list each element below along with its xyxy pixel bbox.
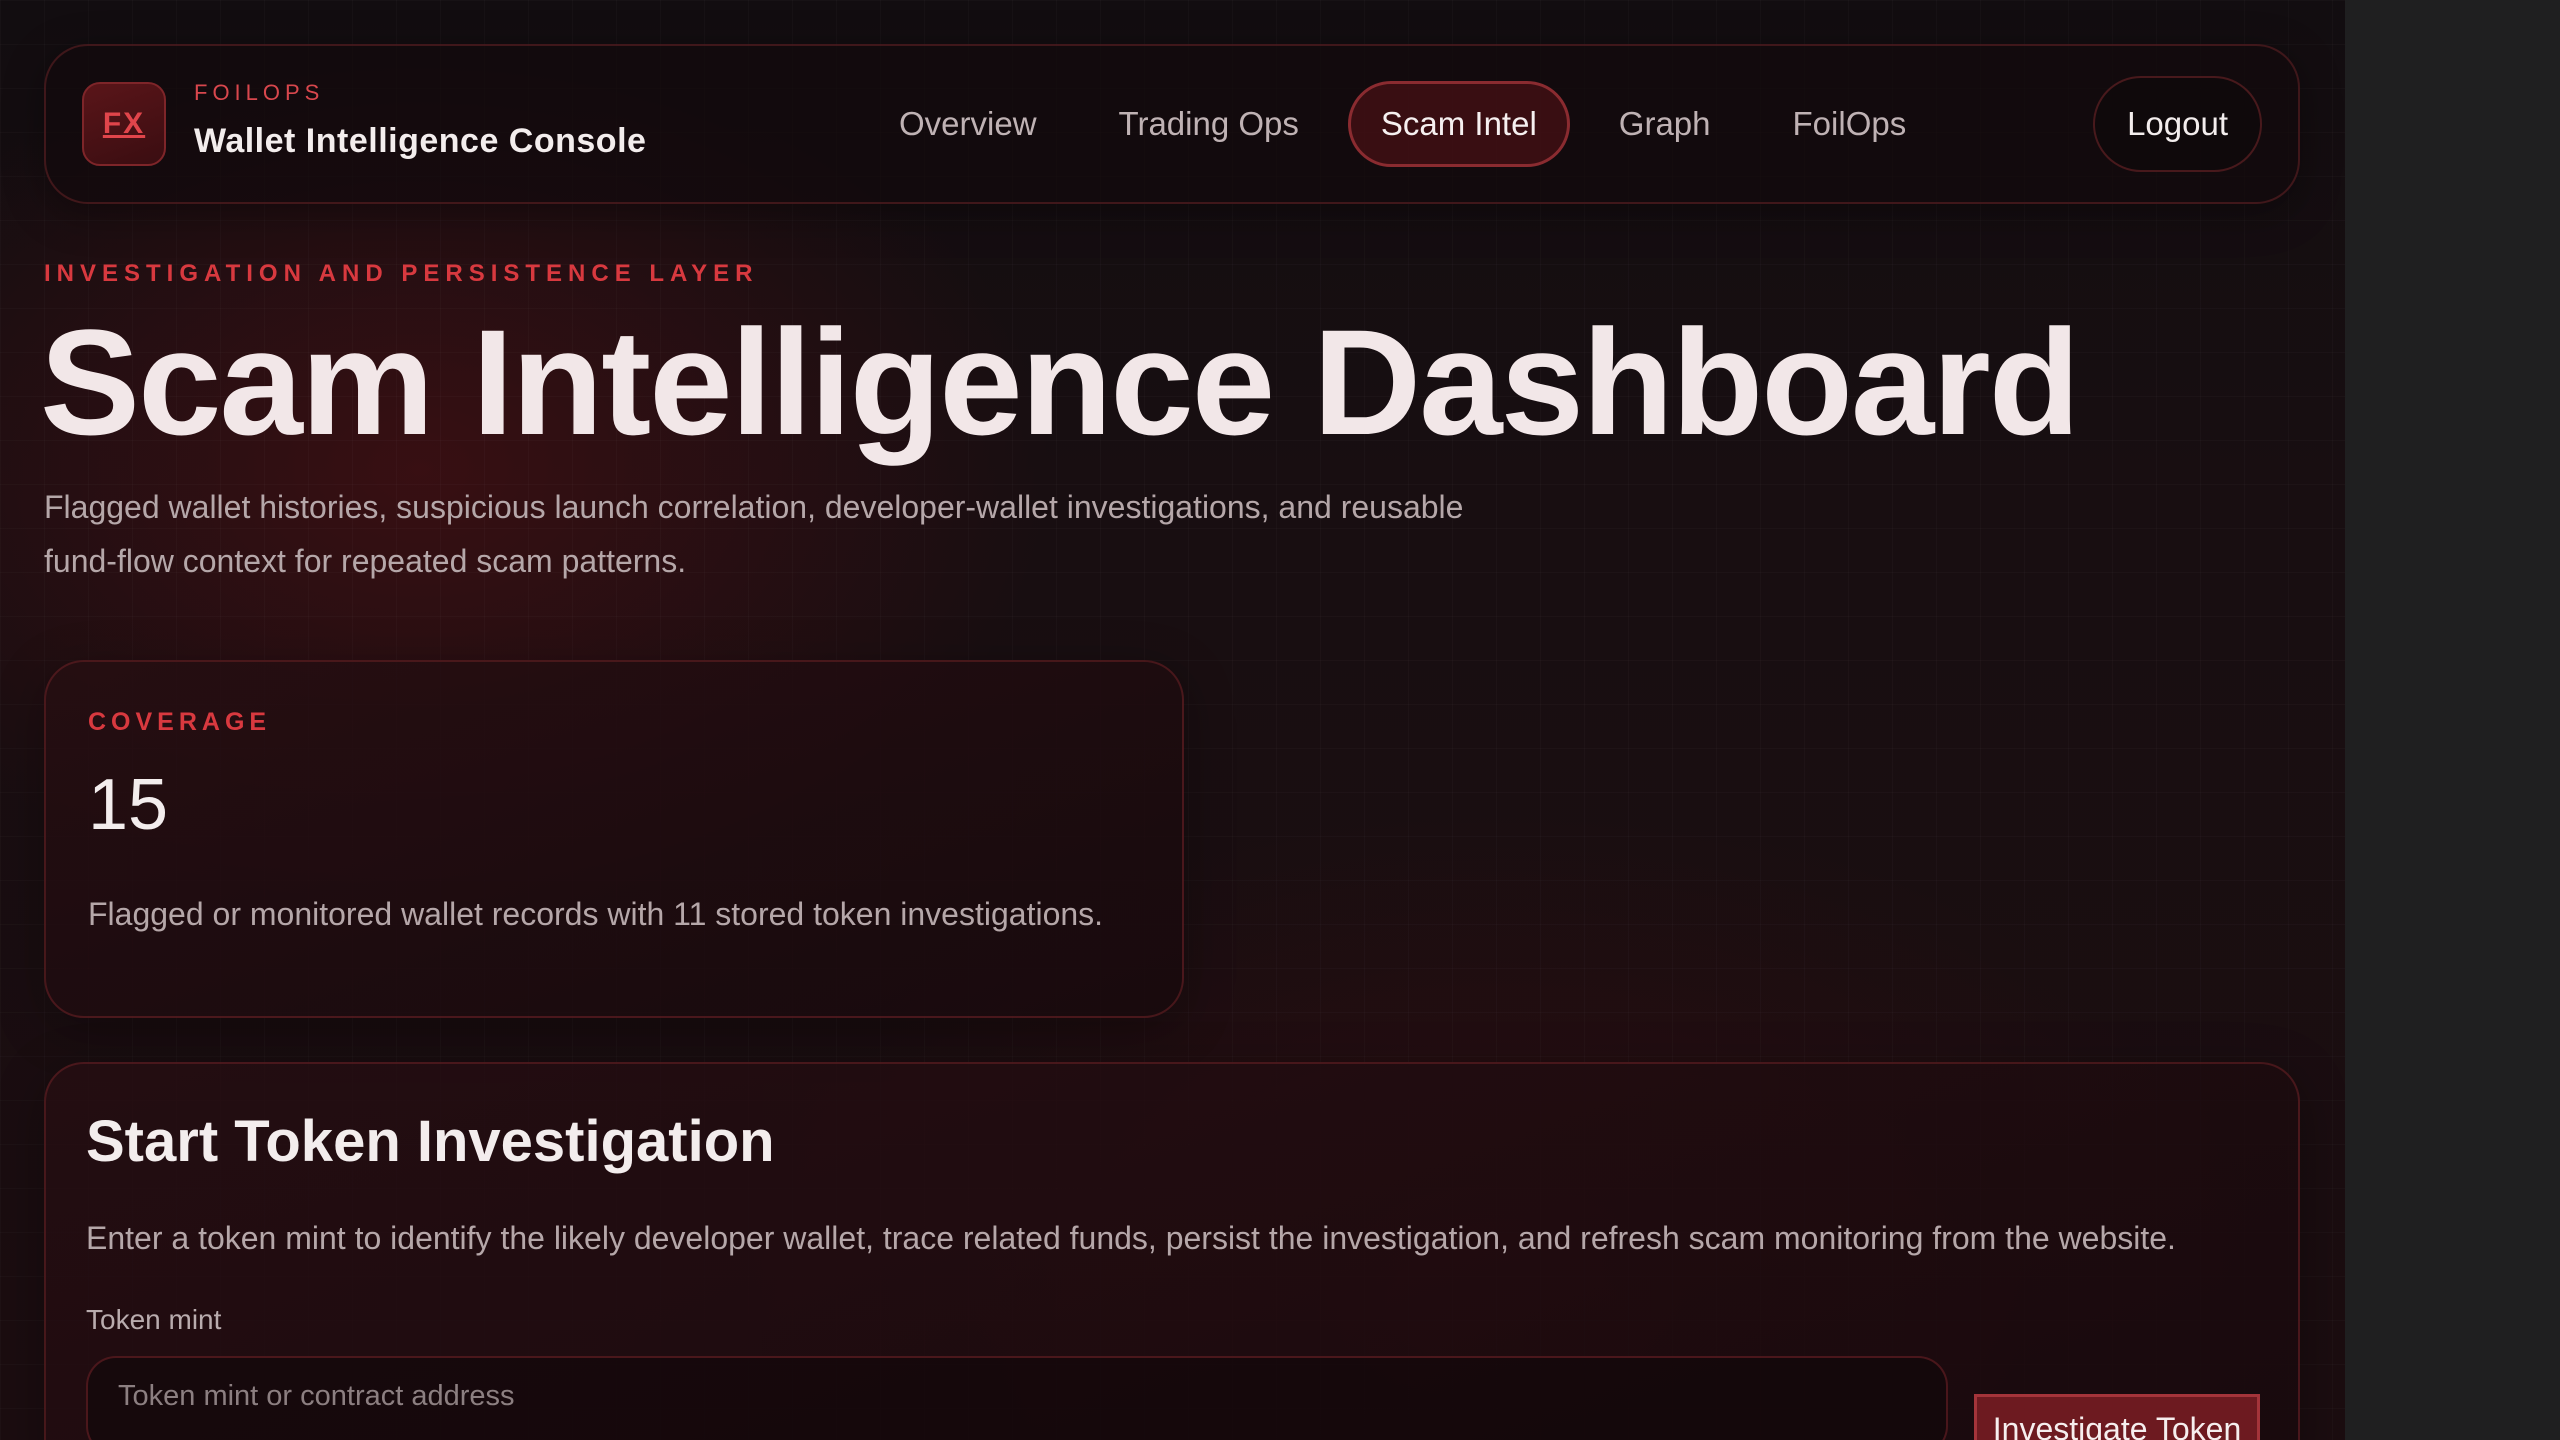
investigation-description: Enter a token mint to identify the likel… bbox=[86, 1220, 2176, 1256]
token-mint-label: Token mint bbox=[86, 1304, 222, 1335]
page-subtitle: Flagged wallet histories, suspicious lau… bbox=[44, 489, 1464, 579]
coverage-label: COVERAGE bbox=[88, 708, 272, 736]
nav-item-graph[interactable]: Graph bbox=[1586, 81, 1744, 167]
nav-item-label: Overview bbox=[899, 105, 1037, 142]
main-nav: Overview Trading Ops Scam Intel Graph Fo… bbox=[866, 80, 1955, 168]
investigation-title: Start Token Investigation bbox=[86, 1109, 775, 1174]
token-mint-input[interactable] bbox=[86, 1356, 1948, 1440]
investigation-card: Start Token Investigation Enter a token … bbox=[44, 1062, 2300, 1440]
nav-item-trading-ops[interactable]: Trading Ops bbox=[1086, 81, 1332, 167]
coverage-value: 15 bbox=[88, 765, 169, 845]
nav-item-foilops[interactable]: FoilOps bbox=[1760, 81, 1940, 167]
top-navigation-bar: FX FOILOPS Wallet Intelligence Console O… bbox=[44, 44, 2300, 204]
nav-item-overview[interactable]: Overview bbox=[866, 81, 1070, 167]
brand-logo[interactable]: FX bbox=[82, 82, 166, 166]
coverage-card: COVERAGE 15 Flagged or monitored wallet … bbox=[44, 660, 1184, 1018]
page-eyebrow: INVESTIGATION AND PERSISTENCE LAYER bbox=[44, 260, 759, 287]
app-viewport: FX FOILOPS Wallet Intelligence Console O… bbox=[0, 0, 2345, 1440]
logout-label: Logout bbox=[2127, 105, 2228, 142]
brand-logo-text: FX bbox=[102, 107, 146, 140]
nav-item-label: Scam Intel bbox=[1380, 105, 1537, 142]
investigate-token-label: Investigate Token bbox=[1992, 1410, 2242, 1440]
investigate-token-button[interactable]: Investigate Token bbox=[1974, 1394, 2260, 1440]
window-gutter bbox=[2345, 0, 2560, 1440]
nav-item-scam-intel[interactable]: Scam Intel bbox=[1347, 81, 1570, 167]
brand-title: Wallet Intelligence Console bbox=[194, 122, 647, 160]
logout-button[interactable]: Logout bbox=[2093, 76, 2262, 172]
nav-item-label: Trading Ops bbox=[1118, 105, 1299, 142]
coverage-description: Flagged or monitored wallet records with… bbox=[88, 896, 1104, 932]
brand-kicker: FOILOPS bbox=[194, 80, 325, 105]
nav-item-label: FoilOps bbox=[1792, 105, 1907, 142]
nav-item-label: Graph bbox=[1618, 105, 1711, 142]
page-title: Scam Intelligence Dashboard bbox=[40, 298, 2080, 466]
